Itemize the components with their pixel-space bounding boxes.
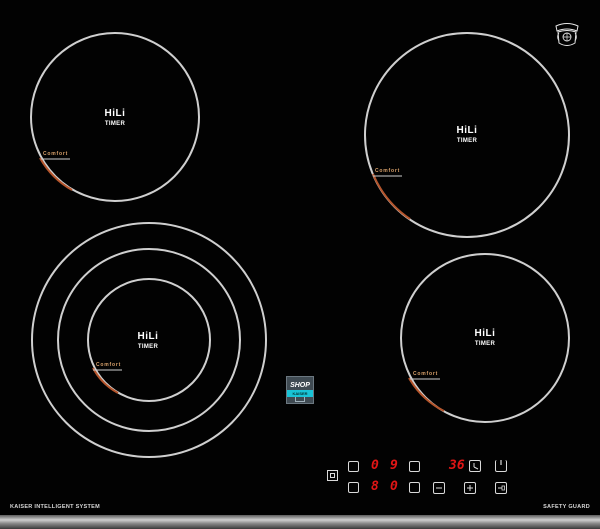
booster-button[interactable] [495, 482, 507, 494]
power-display-2: 9 [390, 458, 398, 473]
zone-select-button-1[interactable] [348, 461, 359, 472]
zone-bottom-left-comfort: Comfort [96, 362, 122, 368]
zone-sub: TIMER [137, 344, 159, 350]
power-display-1: 0 [371, 458, 379, 473]
timer-display: 36 [449, 458, 465, 473]
power-icon [500, 460, 502, 465]
cooking-zones-graphic [30, 32, 570, 458]
zone-sub: TIMER [104, 121, 126, 127]
stainless-trim [0, 515, 600, 529]
timer-button[interactable] [469, 460, 481, 472]
zone-brand: HiLi [104, 108, 126, 119]
zone-select-button-3[interactable] [348, 482, 359, 493]
minus-button[interactable] [433, 482, 445, 494]
footer-system-label: KAISER INTELLIGENT SYSTEM [10, 504, 101, 510]
zone-brand: HiLi [137, 331, 159, 342]
power-display-4: 0 [390, 479, 398, 494]
zone-select-button-4[interactable] [409, 482, 420, 493]
kaiser-crest-logo-icon [555, 23, 579, 46]
zone-top-right-comfort-arc [372, 173, 411, 220]
zone-brand: HiLi [474, 328, 496, 339]
cooktop-surface: HiLi TIMER Comfort HiLi TIMER Comfort Hi… [0, 0, 600, 529]
power-display-3: 8 [371, 479, 379, 494]
shop-badge-band: KAISER [287, 390, 313, 397]
shop-badge-box [295, 397, 305, 402]
zone-sub: TIMER [474, 341, 496, 347]
zone-top-left-comfort: Comfort [43, 151, 69, 157]
booster-icon [498, 485, 505, 491]
zone-top-left-label: HiLi TIMER [104, 108, 126, 128]
clock-icon [473, 463, 479, 470]
zone-sub: TIMER [456, 138, 478, 144]
plus-icon [467, 485, 473, 491]
plus-button[interactable] [464, 482, 476, 494]
minus-icon [436, 487, 442, 489]
power-button[interactable] [495, 460, 507, 472]
footer-safety-label: SAFETY GUARD [543, 504, 590, 510]
zone-bottom-right-comfort: Comfort [413, 371, 439, 377]
zone-bottom-left-label: HiLi TIMER [137, 331, 159, 351]
lock-button[interactable] [327, 470, 338, 481]
zone-brand: HiLi [456, 125, 478, 136]
zone-bottom-right-label: HiLi TIMER [474, 328, 496, 348]
zone-select-button-2[interactable] [409, 461, 420, 472]
shop-badge: SHOP KAISER [286, 376, 314, 404]
zone-top-right-comfort: Comfort [375, 168, 401, 174]
zone-top-right-label: HiLi TIMER [456, 125, 478, 145]
